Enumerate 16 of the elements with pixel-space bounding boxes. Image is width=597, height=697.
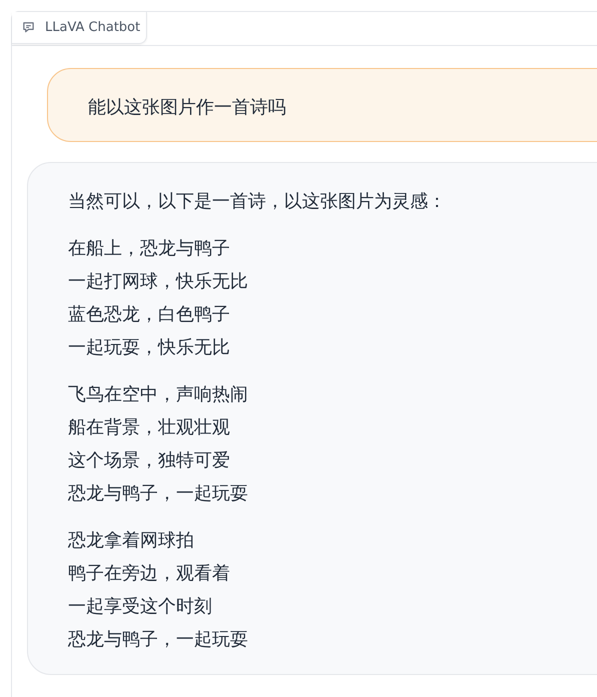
message-line: 当然可以，以下是一首诗，以这张图片为灵感： [68, 190, 447, 214]
message-line: 能以这张图片作一首诗吗 [88, 96, 287, 120]
message-line: 恐龙与鸭子，一起玩耍 [68, 628, 249, 652]
message-line: 蓝色恐龙，白色鸭子 [68, 303, 231, 327]
message-line: 一起享受这个时刻 [68, 595, 213, 619]
message-line: 恐龙与鸭子，一起玩耍 [68, 482, 249, 506]
message-line: 鸭子在旁边，观看着 [68, 562, 231, 586]
chatbot-title: LLaVA Chatbot [45, 20, 140, 35]
message-line: 恐龙拿着网球拍 [68, 529, 195, 553]
message-line: 在船上，恐龙与鸭子 [68, 237, 231, 261]
chat-icon [22, 21, 35, 34]
message-line: 这个场景，独特可爱 [68, 449, 231, 473]
message-line: 船在背景，壮观壮观 [68, 416, 231, 440]
message-line: 一起打网球，快乐无比 [68, 270, 249, 294]
message-line: 一起玩耍，快乐无比 [68, 336, 231, 360]
message-line: 飞鸟在空中，声响热闹 [68, 383, 249, 407]
